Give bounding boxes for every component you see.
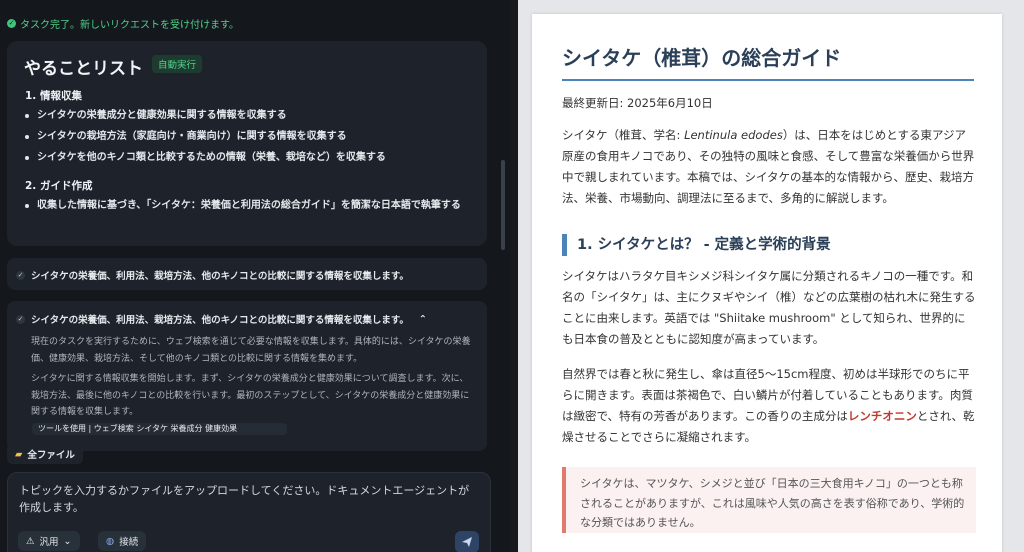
step-text: シイタケに関する情報収集を開始します。まず、シイタケの栄養成分と健康効果について… xyxy=(31,374,470,417)
step-title: シイタケの栄養価、利用法、栽培方法、他のキノコとの比較に関する情報を収集します。 xyxy=(31,271,409,282)
agent-panel: ✓ タスク完了。新しいリクエストを受け付けます。 やることリスト 自動実行 1.… xyxy=(0,0,510,552)
connect-label: 接続 xyxy=(119,537,139,548)
document-preview: シイタケ（椎茸）の総合ガイド 最終更新日: 2025年6月10日 シイタケ（椎茸… xyxy=(518,0,1024,552)
todo-item: シイタケの栽培方法（家庭向け・商業向け）に関する情報を収集する xyxy=(25,128,467,146)
scrollbar[interactable] xyxy=(501,160,505,250)
all-files-button[interactable]: ▰ 全ファイル xyxy=(7,444,83,464)
step-text: 現在のタスクを実行するために、ウェブ検索を通じて必要な情報を収集します。具体的に… xyxy=(31,337,471,364)
globe-icon: ◍ xyxy=(106,535,115,547)
step-title: シイタケの栄養価、利用法、栽培方法、他のキノコとの比較に関する情報を収集します。 xyxy=(31,315,409,326)
todo-card: やることリスト 自動実行 1. 情報収集 シイタケの栄養成分と健康効果に関する情… xyxy=(7,41,487,246)
prompt-input[interactable]: トピックを入力するかファイルをアップロードしてください。ドキュメントエージェント… xyxy=(19,482,479,516)
note-text: シイタケは、マツタケ、シメジと並び「日本の三大食用キノコ」の一つとも称されること… xyxy=(580,477,965,529)
all-files-label: 全ファイル xyxy=(27,450,75,461)
todo-item: シイタケを他のキノコ類と比較するための情報（栄養、栽培など）を収集する xyxy=(25,149,467,167)
document-page: シイタケ（椎茸）の総合ガイド 最終更新日: 2025年6月10日 シイタケ（椎茸… xyxy=(532,14,1002,552)
mode-dropdown[interactable]: ⚠ 汎用 ⌄ xyxy=(18,531,80,551)
connect-button[interactable]: ◍ 接続 xyxy=(98,531,147,551)
tool-call-text: ツールを使用 | ウェブ検索 シイタケ 栄養成分 健康効果 xyxy=(38,424,238,433)
chevron-down-icon: ⌄ xyxy=(63,535,72,547)
send-button[interactable] xyxy=(455,531,479,552)
mode-label: 汎用 xyxy=(39,537,59,548)
paragraph: シイタケはハラタケ目キシメジ科シイタケ属に分類されるキノコの一種です。和名の「シ… xyxy=(562,269,976,346)
send-icon xyxy=(462,537,472,547)
check-icon: ✓ xyxy=(16,270,25,280)
tool-call-chip: ツールを使用 | ウェブ検索 シイタケ 栄養成分 健康効果 xyxy=(32,423,287,435)
section-heading: 2. ガイド作成 xyxy=(25,180,93,192)
check-circle-icon: ✓ xyxy=(7,19,16,28)
step-collapsed[interactable]: ✓ シイタケの栄養価、利用法、栽培方法、他のキノコとの比較に関する情報を収集しま… xyxy=(7,258,487,290)
doc-title: シイタケ（椎茸）の総合ガイド xyxy=(562,42,974,81)
intro-text: シイタケ（椎茸、学名: xyxy=(562,128,685,142)
highlight-term: レンチオニン xyxy=(847,409,917,423)
auto-run-badge: 自動実行 xyxy=(152,55,203,73)
step-header[interactable]: ✓ シイタケの栄養価、利用法、栽培方法、他のキノコとの比較に関する情報を収集しま… xyxy=(16,312,427,326)
todo-item: シイタケの栄養成分と健康効果に関する情報を収集する xyxy=(25,107,467,125)
check-icon: ✓ xyxy=(16,314,25,324)
agent-icon: ⚠ xyxy=(26,535,35,547)
status-text: タスク完了。新しいリクエストを受け付けます。 xyxy=(20,20,239,31)
section-heading: 1. 情報収集 xyxy=(25,90,82,102)
chevron-up-icon[interactable]: ⌃ xyxy=(419,314,427,325)
latin-name: Lentinula edodes xyxy=(684,128,783,142)
intro-paragraph: シイタケ（椎茸、学名: Lentinula edodes）は、日本をはじめとする… xyxy=(562,125,977,209)
note-callout: シイタケは、マツタケ、シメジと並び「日本の三大食用キノコ」の一つとも称されること… xyxy=(562,467,976,533)
todo-item: 収集した情報に基づき、「シイタケ：栄養価と利用法の総合ガイド」を簡潔な日本語で執… xyxy=(25,197,467,215)
todo-title: やることリスト xyxy=(24,59,143,79)
section-heading: 1. シイタケとは？ - 定義と学術的背景 xyxy=(562,234,831,256)
folder-icon: ▰ xyxy=(15,448,23,460)
last-updated: 最終更新日: 2025年6月10日 xyxy=(562,96,713,110)
composer[interactable]: トピックを入力するかファイルをアップロードしてください。ドキュメントエージェント… xyxy=(7,472,491,552)
status-line: ✓ タスク完了。新しいリクエストを受け付けます。 xyxy=(7,16,239,31)
step-header[interactable]: ✓ シイタケの栄養価、利用法、栽培方法、他のキノコとの比較に関する情報を収集しま… xyxy=(16,268,409,282)
paragraph: 自然界では春と秋に発生し、傘は直径5〜15cm程度、初めは半球形でのちに平らに開… xyxy=(562,364,977,448)
